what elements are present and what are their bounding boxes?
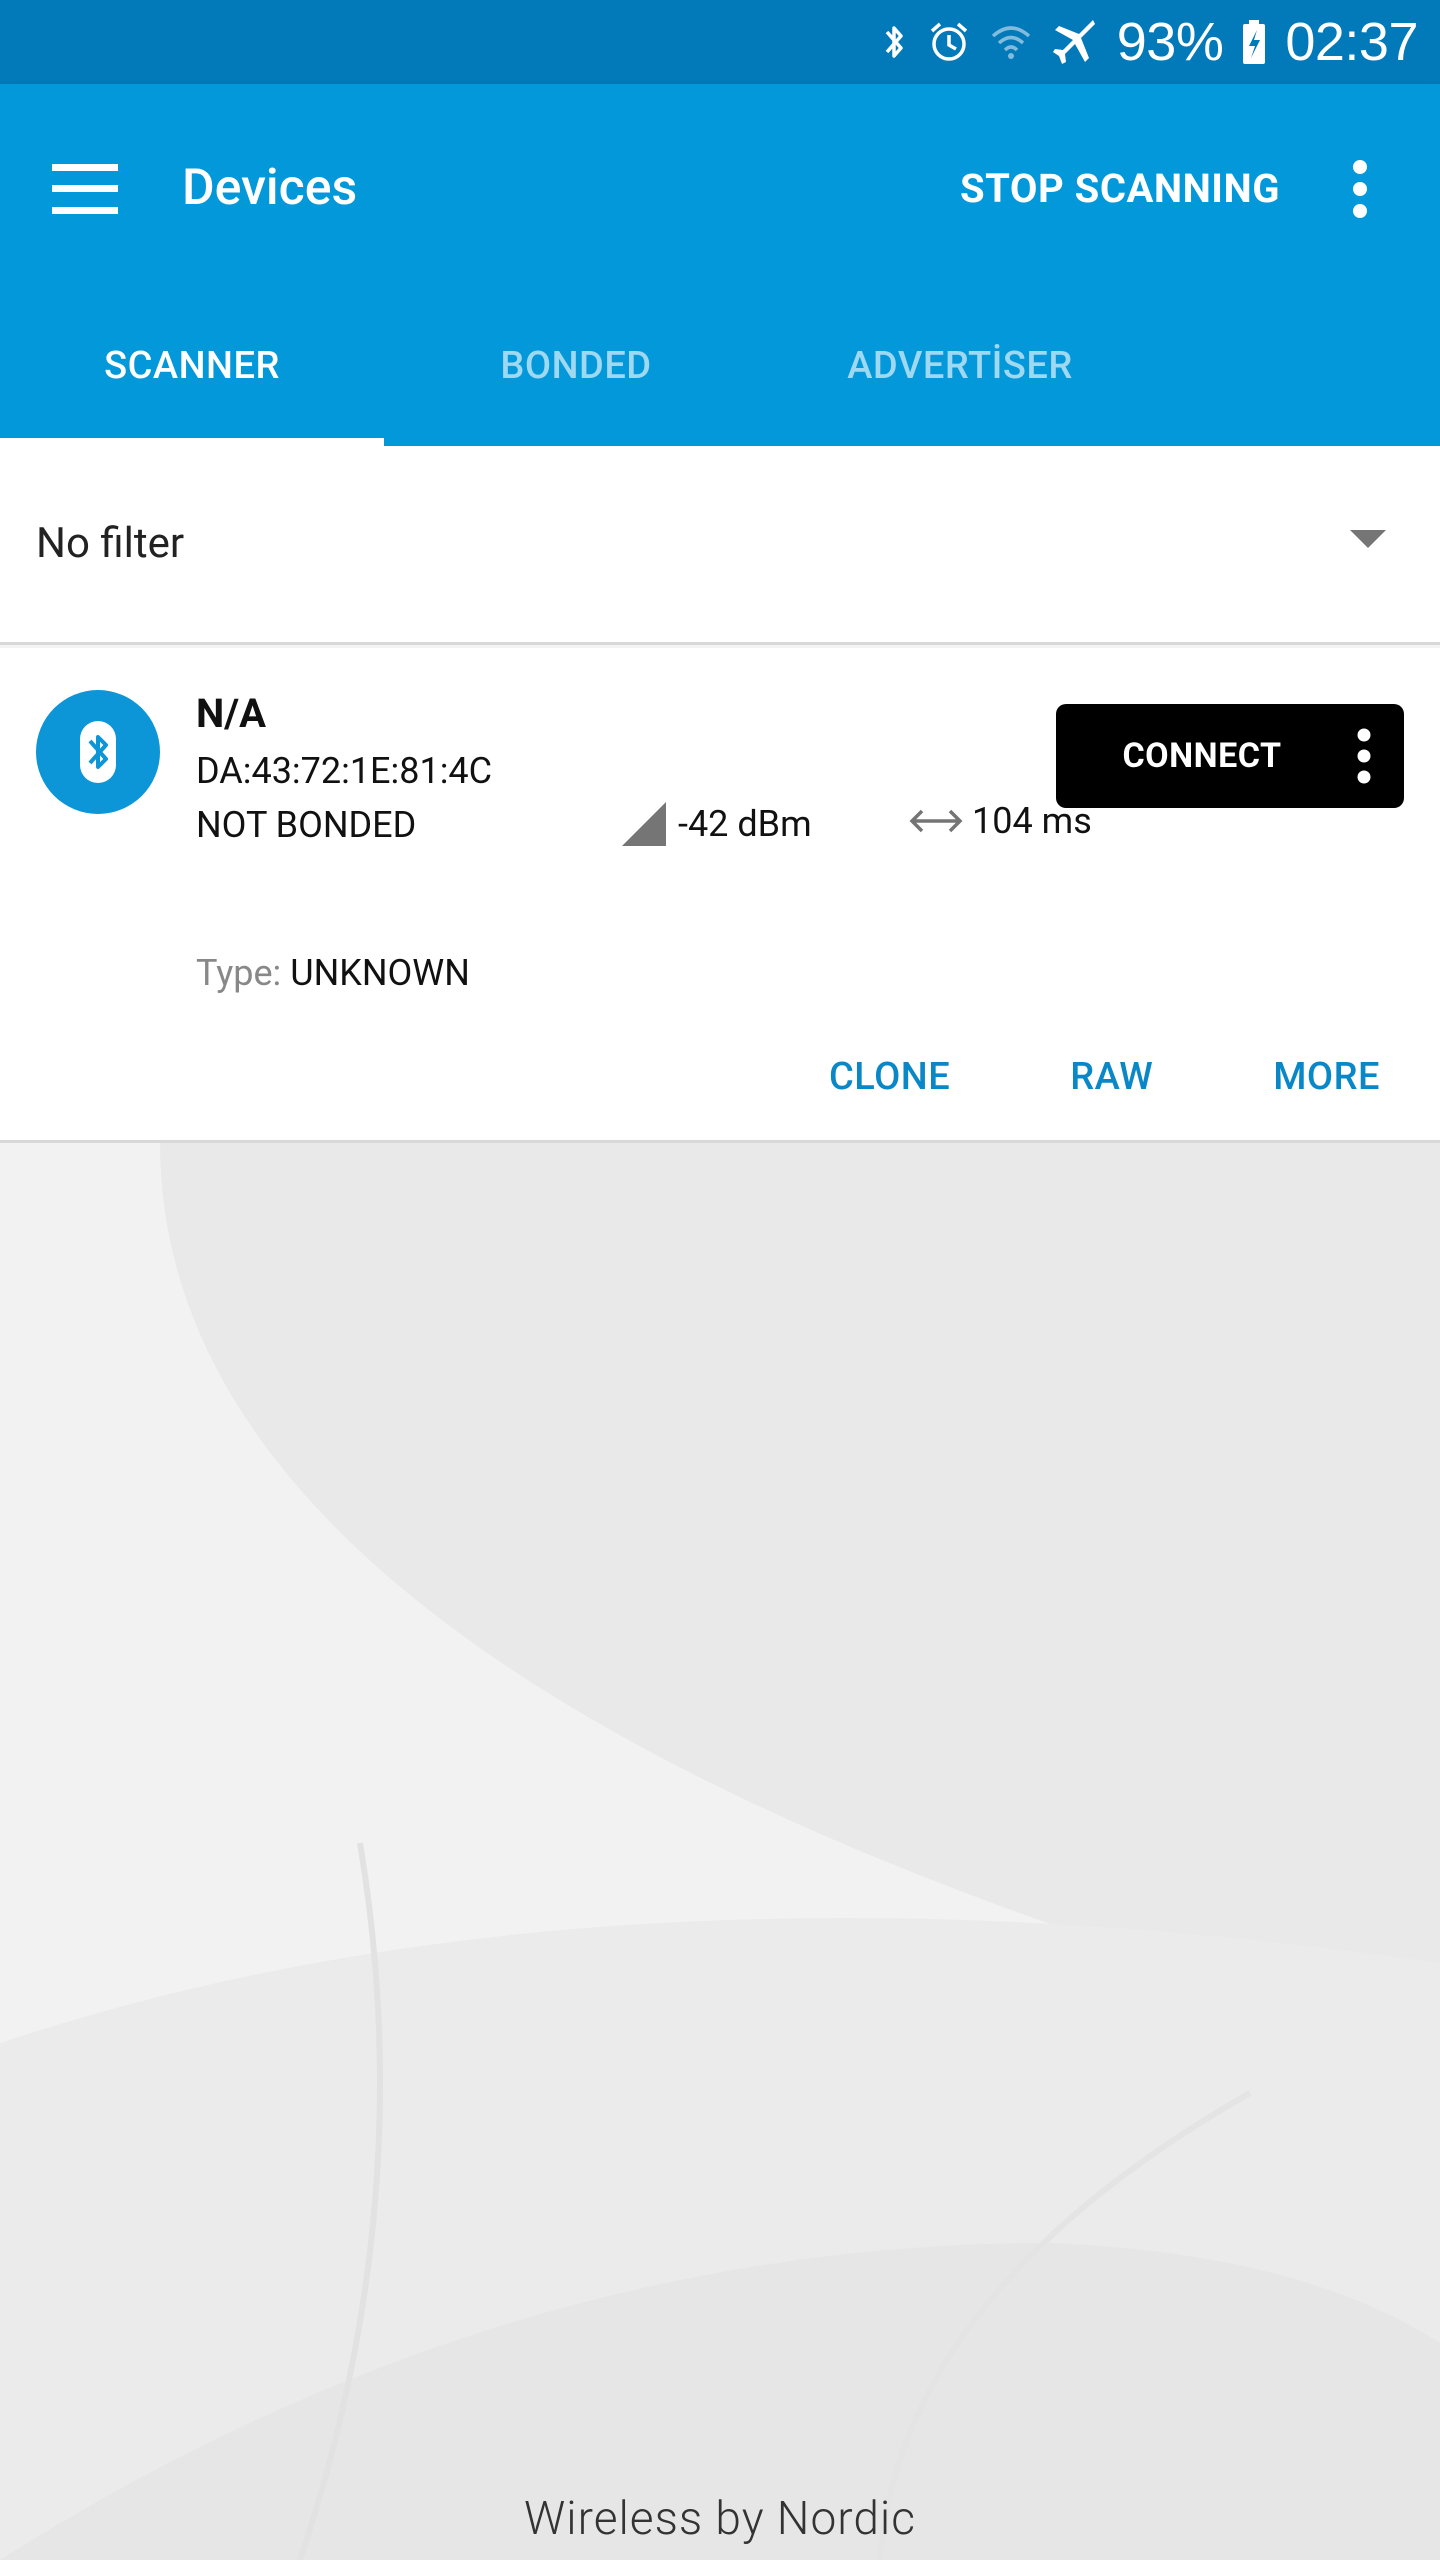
- rssi-value: -42 dBm: [678, 803, 812, 845]
- filter-label: No filter: [36, 519, 185, 568]
- more-button[interactable]: MORE: [1213, 1032, 1440, 1122]
- footer-brand: Wireless by Nordic: [524, 2492, 916, 2546]
- stop-scanning-button[interactable]: STOP SCANNING: [960, 154, 1280, 224]
- alarm-icon: [930, 22, 967, 61]
- device-card[interactable]: N/A DA:43:72:1E:81:4C NOT BONDED -42 dBm…: [0, 648, 1440, 1143]
- raw-button[interactable]: RAW: [1010, 1032, 1213, 1122]
- hamburger-menu-icon: [52, 164, 118, 214]
- clock: 02:37: [1285, 12, 1418, 72]
- tab-scanner[interactable]: SCANNER: [0, 286, 384, 446]
- tab-bar: SCANNER BONDED ADVERTİSER: [0, 286, 1440, 446]
- connect-button[interactable]: CONNECT: [1056, 704, 1324, 808]
- device-type: Type: UNKNOWN: [196, 952, 470, 994]
- clone-button[interactable]: CLONE: [769, 1032, 1010, 1122]
- device-type-label: Type:: [196, 952, 282, 994]
- airplane-mode-icon: [1052, 20, 1095, 64]
- filter-dropdown[interactable]: No filter: [0, 446, 1440, 645]
- signal-strength-icon: [622, 802, 666, 846]
- tab-advertiser[interactable]: ADVERTİSER: [768, 286, 1152, 446]
- wifi-icon: [991, 26, 1030, 59]
- device-name: N/A: [196, 690, 266, 737]
- background-area: Wireless by Nordic: [0, 1143, 1440, 2560]
- overflow-menu-button[interactable]: [1320, 144, 1400, 234]
- interval-arrows-icon: [909, 809, 963, 833]
- connect-button-group: CONNECT: [1056, 704, 1404, 808]
- device-avatar: [36, 690, 160, 814]
- device-address: DA:43:72:1E:81:4C: [196, 750, 493, 792]
- menu-button[interactable]: [30, 134, 140, 244]
- status-bar: 93% 02:37: [0, 0, 1440, 84]
- connect-options-button[interactable]: [1324, 704, 1404, 808]
- device-bond-state: NOT BONDED: [196, 804, 417, 846]
- background-pattern: [0, 1143, 1440, 2560]
- app-bar: Devices STOP SCANNING SCANNER BONDED ADV…: [0, 84, 1440, 446]
- bluetooth-icon: [80, 721, 116, 783]
- page-title: Devices: [182, 159, 358, 217]
- device-rssi: -42 dBm: [620, 800, 812, 848]
- device-type-value: UNKNOWN: [290, 952, 470, 994]
- tab-bonded[interactable]: BONDED: [384, 286, 768, 446]
- more-vert-icon: [1357, 728, 1371, 784]
- device-actions: CLONE RAW MORE: [769, 1032, 1440, 1122]
- bluetooth-icon: [885, 26, 903, 58]
- dropdown-arrow-icon: [1350, 530, 1386, 548]
- status-icons: 93% 02:37: [879, 0, 1418, 84]
- battery-percent: 93%: [1116, 12, 1224, 72]
- more-vert-icon: [1353, 160, 1367, 218]
- battery-icon: [1243, 20, 1266, 64]
